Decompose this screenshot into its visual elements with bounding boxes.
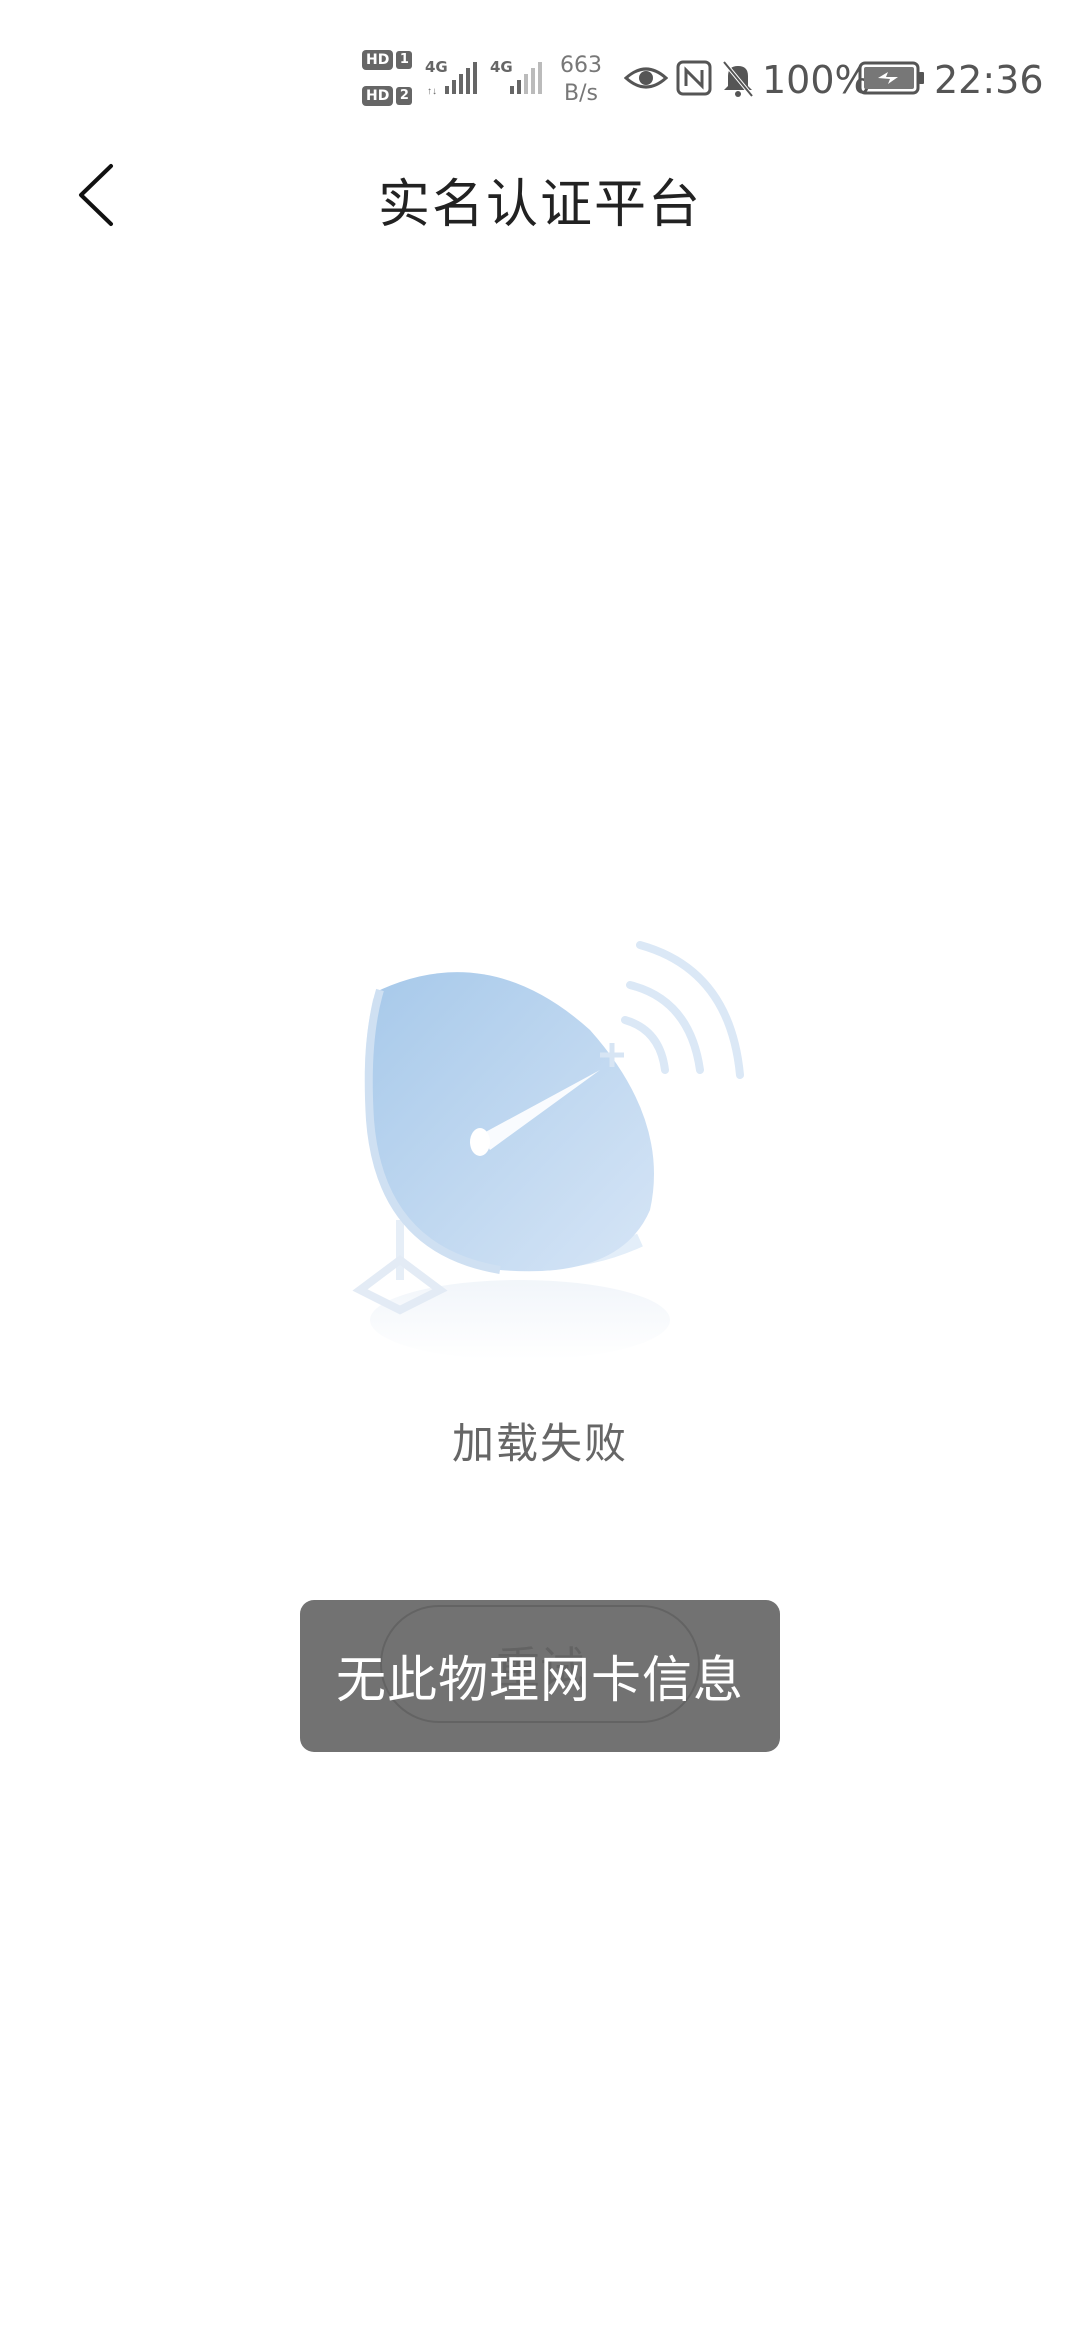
signal-bars-icon: ↑↓ <box>427 62 477 97</box>
signal1-indicator: 4G ↑↓ <box>425 58 485 98</box>
sim2-number: 2 <box>396 87 413 105</box>
sim2-hd-badge: HD <box>362 86 394 106</box>
svg-text:↑↓: ↑↓ <box>427 86 437 97</box>
bell-muted-icon <box>722 60 754 98</box>
network-speed-unit: B/s <box>564 81 598 106</box>
page-title: 实名认证平台 <box>377 175 702 235</box>
clock: 22:36 <box>934 58 1044 102</box>
signal-bars-icon <box>510 62 542 94</box>
toast-message: 无此物理网卡信息 <box>300 1600 780 1752</box>
battery-percent: 100% <box>762 58 871 102</box>
sim1-hd-badge: HD <box>362 50 394 70</box>
battery-charging-icon <box>858 61 924 95</box>
eye-icon <box>624 67 668 89</box>
signal2-indicator: 4G <box>490 58 550 98</box>
nfc-icon <box>676 60 712 96</box>
sim2-indicator: HD 2 <box>362 86 413 106</box>
network-speed-value: 663 <box>560 53 602 78</box>
load-failed-message: 加载失败 <box>451 1419 628 1468</box>
network-speed: 663 B/s <box>560 52 602 108</box>
sim1-number: 1 <box>396 51 413 69</box>
status-bar: HD 1 HD 2 4G ↑↓ 4G 663 B/s 100% 22:36 <box>0 0 1080 150</box>
sim1-indicator: HD 1 <box>362 50 413 70</box>
satellite-dish-icon <box>352 941 744 1360</box>
